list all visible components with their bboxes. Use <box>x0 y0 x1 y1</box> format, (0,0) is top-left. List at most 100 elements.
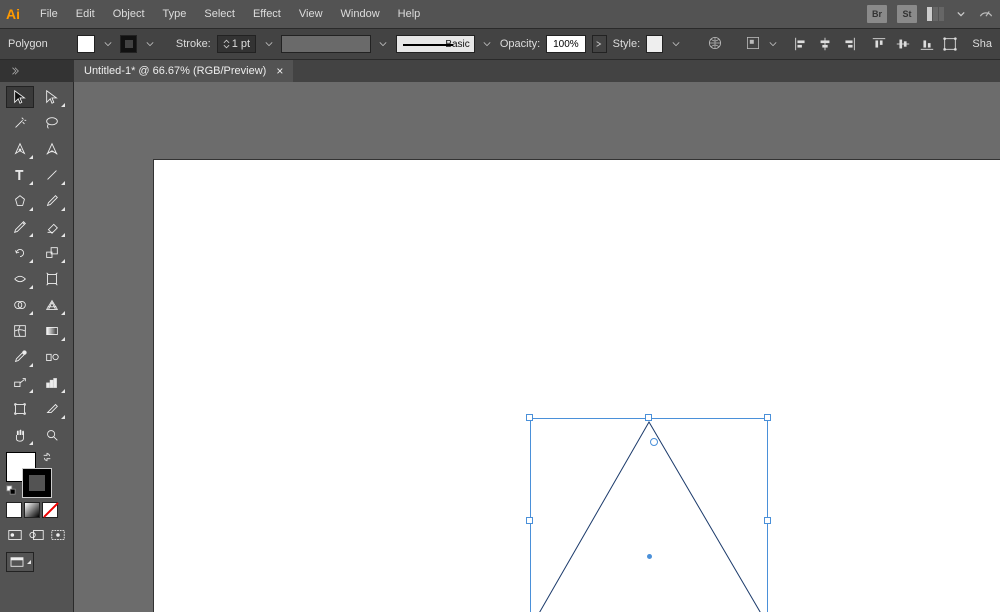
align-horizontal-group <box>792 35 858 53</box>
artboard-tool[interactable] <box>6 398 34 420</box>
stock-icon[interactable]: St <box>897 5 917 23</box>
opacity-field[interactable]: 100% <box>546 35 585 53</box>
menu-effect[interactable]: Effect <box>253 8 281 20</box>
brush-dropdown[interactable] <box>481 35 494 53</box>
variable-width-dropdown[interactable] <box>377 35 390 53</box>
align-bottom-icon[interactable] <box>918 35 936 53</box>
draw-inside-icon[interactable] <box>49 526 67 544</box>
width-tool[interactable] <box>6 268 34 290</box>
bridge-icon[interactable]: Br <box>867 5 887 23</box>
eyedropper-tool[interactable] <box>6 346 34 368</box>
selection-tool[interactable] <box>6 86 34 108</box>
align-to-icon[interactable] <box>745 35 761 54</box>
direct-selection-tool[interactable] <box>38 86 66 108</box>
stroke-swatch-dropdown[interactable] <box>143 35 156 53</box>
document-tabbar: Untitled-1* @ 66.67% (RGB/Preview) × <box>0 60 1000 82</box>
draw-behind-icon[interactable] <box>28 526 46 544</box>
transform-icon[interactable] <box>942 35 959 53</box>
hand-tool[interactable] <box>6 424 34 446</box>
align-vcenter-icon[interactable] <box>894 35 912 53</box>
selection-center-icon <box>647 554 652 559</box>
eraser-tool[interactable] <box>38 216 66 238</box>
handle-mid-left[interactable] <box>526 517 533 524</box>
menu-type[interactable]: Type <box>163 8 187 20</box>
pivot-point-icon[interactable] <box>650 438 658 446</box>
menu-help[interactable]: Help <box>398 8 421 20</box>
menu-object[interactable]: Object <box>113 8 145 20</box>
blend-tool[interactable] <box>38 346 66 368</box>
arrange-documents-dropdown[interactable] <box>954 5 968 23</box>
color-mode-solid[interactable] <box>6 502 22 518</box>
menu-select[interactable]: Select <box>204 8 235 20</box>
pencil-tool[interactable] <box>6 216 34 238</box>
align-hcenter-icon[interactable] <box>816 35 834 53</box>
mesh-tool[interactable] <box>6 320 34 342</box>
stroke-weight-field[interactable]: 1 pt <box>217 35 256 53</box>
lasso-tool[interactable] <box>38 112 66 134</box>
symbol-sprayer-tool[interactable] <box>6 372 34 394</box>
stroke-weight-value: 1 pt <box>232 38 250 50</box>
stroke-swatch[interactable] <box>120 35 137 53</box>
scale-tool[interactable] <box>38 242 66 264</box>
fill-stroke-control[interactable] <box>6 452 52 498</box>
selection-bounding-box[interactable] <box>530 418 768 612</box>
draw-normal-icon[interactable] <box>6 526 24 544</box>
stroke-color-swatch[interactable] <box>22 468 52 498</box>
gradient-tool[interactable] <box>38 320 66 342</box>
handle-top-mid[interactable] <box>645 414 652 421</box>
pen-tool[interactable] <box>6 138 34 160</box>
color-mode-gradient[interactable] <box>24 502 40 518</box>
free-transform-tool[interactable] <box>38 268 66 290</box>
fill-swatch-dropdown[interactable] <box>101 35 114 53</box>
handle-mid-right[interactable] <box>764 517 771 524</box>
swap-fill-stroke-icon[interactable] <box>42 452 52 465</box>
menu-file[interactable]: File <box>40 8 58 20</box>
handle-top-right[interactable] <box>764 414 771 421</box>
brush-definition[interactable]: Basic <box>396 35 475 53</box>
opacity-dropdown[interactable] <box>592 35 607 53</box>
shape-builder-tool[interactable] <box>6 294 34 316</box>
graphic-style-dropdown[interactable] <box>669 35 682 53</box>
line-segment-tool[interactable] <box>38 164 66 186</box>
document-tab[interactable]: Untitled-1* @ 66.67% (RGB/Preview) × <box>74 60 293 82</box>
recolor-artwork-icon[interactable] <box>707 35 723 54</box>
canvas-area[interactable] <box>74 82 1000 612</box>
stroke-label[interactable]: Stroke: <box>176 38 211 50</box>
rotate-tool[interactable] <box>6 242 34 264</box>
variable-width-profile[interactable] <box>281 35 371 53</box>
screen-mode-button[interactable] <box>6 552 34 572</box>
selected-shape-label: Polygon <box>8 38 48 50</box>
collapse-panels-icon[interactable] <box>8 63 22 79</box>
rectangle-tool[interactable] <box>6 190 34 212</box>
opacity-label[interactable]: Opacity: <box>500 38 540 50</box>
align-to-dropdown[interactable] <box>767 35 780 53</box>
menu-view[interactable]: View <box>299 8 323 20</box>
menu-edit[interactable]: Edit <box>76 8 95 20</box>
align-left-icon[interactable] <box>792 35 810 53</box>
paintbrush-tool[interactable] <box>38 190 66 212</box>
curvature-tool[interactable] <box>38 138 66 160</box>
perspective-grid-tool[interactable] <box>38 294 66 316</box>
menu-window[interactable]: Window <box>341 8 380 20</box>
style-label[interactable]: Style: <box>613 38 641 50</box>
handle-top-left[interactable] <box>526 414 533 421</box>
close-tab-icon[interactable]: × <box>276 64 283 78</box>
stroke-weight-dropdown[interactable] <box>262 35 275 53</box>
toolbox: T <box>0 82 74 612</box>
type-tool[interactable]: T <box>6 164 34 186</box>
slice-tool[interactable] <box>38 398 66 420</box>
draw-mode-row <box>6 526 67 544</box>
align-top-icon[interactable] <box>870 35 888 53</box>
zoom-tool[interactable] <box>38 424 66 446</box>
gpu-performance-icon[interactable] <box>978 5 994 24</box>
color-mode-none[interactable] <box>42 502 58 518</box>
shape-panel-label[interactable]: Sha <box>972 38 992 50</box>
column-graph-tool[interactable] <box>38 372 66 394</box>
graphic-style-swatch[interactable] <box>646 35 663 53</box>
stroke-weight-stepper[interactable] <box>223 39 230 49</box>
default-fill-stroke-icon[interactable] <box>6 485 16 498</box>
magic-wand-tool[interactable] <box>6 112 34 134</box>
fill-swatch[interactable] <box>77 35 96 53</box>
align-right-icon[interactable] <box>840 35 858 53</box>
arrange-documents-icon[interactable] <box>927 7 944 21</box>
